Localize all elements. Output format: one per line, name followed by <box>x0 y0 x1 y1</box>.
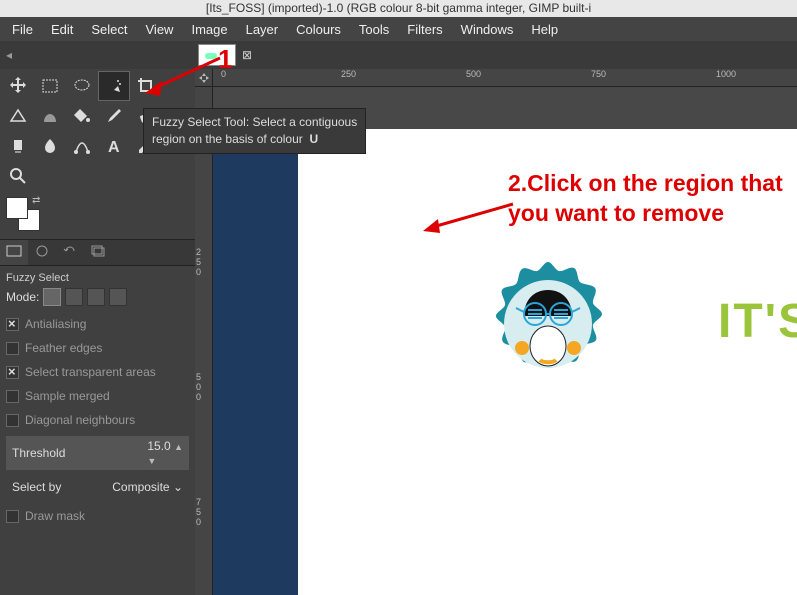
logo-image <box>463 239 633 459</box>
menu-colours[interactable]: Colours <box>288 19 349 40</box>
tab-close-icon[interactable]: ⊠ <box>236 48 258 62</box>
mode-subtract[interactable] <box>87 288 105 306</box>
rotate-tool[interactable] <box>2 101 34 131</box>
bucket-fill-tool[interactable] <box>66 101 98 131</box>
chevron-down-icon: ⌄ <box>173 480 183 494</box>
sample-merged-label: Sample merged <box>25 389 110 403</box>
annotation-arrow-2 <box>418 199 518 239</box>
fuzzy-select-tooltip: Fuzzy Select Tool: Select a contiguous r… <box>143 108 366 154</box>
text-tool[interactable]: A <box>98 131 130 161</box>
menu-image[interactable]: Image <box>183 19 235 40</box>
menu-help[interactable]: Help <box>523 19 566 40</box>
clone-tool[interactable] <box>2 131 34 161</box>
smudge-tool[interactable] <box>34 131 66 161</box>
threshold-slider[interactable]: Threshold 15.0 ▲▼ <box>6 436 189 470</box>
tool-options-panel: Fuzzy Select Mode: Antialiasing Feather … <box>0 266 195 595</box>
paintbrush-tool[interactable] <box>98 101 130 131</box>
transparent-label: Select transparent areas <box>25 365 156 379</box>
canvas[interactable]: 2.Click on the region that you want to r… <box>213 129 797 595</box>
menu-filters[interactable]: Filters <box>399 19 450 40</box>
feather-checkbox[interactable] <box>6 342 19 355</box>
tool-options-title: Fuzzy Select <box>6 270 189 286</box>
menu-file[interactable]: File <box>4 19 41 40</box>
swap-colors-icon[interactable]: ⇄ <box>32 195 40 206</box>
path-tool[interactable] <box>66 131 98 161</box>
mode-add[interactable] <box>65 288 83 306</box>
select-by-dropdown[interactable]: Select by Composite ⌄ <box>6 476 189 498</box>
mode-label: Mode: <box>6 290 39 304</box>
document-tabs: ◂ ⊠ <box>0 41 797 69</box>
feather-label: Feather edges <box>25 341 102 355</box>
mode-replace[interactable] <box>43 288 61 306</box>
move-tool[interactable] <box>2 71 34 101</box>
diagonal-label: Diagonal neighbours <box>25 413 135 427</box>
menu-select[interactable]: Select <box>83 19 135 40</box>
threshold-label: Threshold <box>12 446 65 460</box>
menu-bar: File Edit Select View Image Layer Colour… <box>0 17 797 41</box>
fuzzy-select-tool[interactable] <box>98 71 130 101</box>
tab-prev-icon[interactable]: ◂ <box>0 48 18 62</box>
menu-windows[interactable]: Windows <box>453 19 522 40</box>
mode-intersect[interactable] <box>109 288 127 306</box>
menu-view[interactable]: View <box>138 19 182 40</box>
sample-merged-checkbox[interactable] <box>6 390 19 403</box>
select-by-value: Composite <box>112 480 169 494</box>
threshold-value: 15.0 <box>147 439 170 453</box>
menu-tools[interactable]: Tools <box>351 19 397 40</box>
window-title: [Its_FOSS] (imported)-1.0 (RGB colour 8-… <box>0 0 797 17</box>
draw-mask-label: Draw mask <box>25 509 85 523</box>
logo-text: IT'S <box>718 294 797 349</box>
draw-mask-checkbox[interactable] <box>6 510 19 523</box>
svg-text:A: A <box>108 139 120 156</box>
select-by-label: Select by <box>12 480 61 494</box>
rect-select-tool[interactable] <box>34 71 66 101</box>
vertical-ruler[interactable]: 0 2 5 0 5 0 0 7 5 0 <box>195 87 213 595</box>
annotation-text-2: 2.Click on the region that you want to r… <box>508 169 783 229</box>
diagonal-checkbox[interactable] <box>6 414 19 427</box>
horizontal-ruler[interactable]: 0 250 500 750 1000 <box>213 69 797 87</box>
warp-tool[interactable] <box>34 101 66 131</box>
device-status-tab[interactable] <box>28 240 56 265</box>
menu-layer[interactable]: Layer <box>238 19 287 40</box>
antialiasing-label: Antialiasing <box>25 317 86 331</box>
menu-edit[interactable]: Edit <box>43 19 81 40</box>
dock-tabs <box>0 239 195 266</box>
tool-options-tab[interactable] <box>0 240 28 265</box>
transparent-checkbox[interactable] <box>6 366 19 379</box>
fg-color[interactable] <box>6 197 28 219</box>
free-select-tool[interactable] <box>66 71 98 101</box>
image-background: 2.Click on the region that you want to r… <box>298 129 797 595</box>
undo-history-tab[interactable] <box>56 240 84 265</box>
color-swatch[interactable]: ⇄ <box>0 193 195 239</box>
antialiasing-checkbox[interactable] <box>6 318 19 331</box>
images-tab[interactable] <box>84 240 112 265</box>
annotation-1: 1 <box>140 48 230 101</box>
zoom-tool[interactable] <box>2 161 34 191</box>
